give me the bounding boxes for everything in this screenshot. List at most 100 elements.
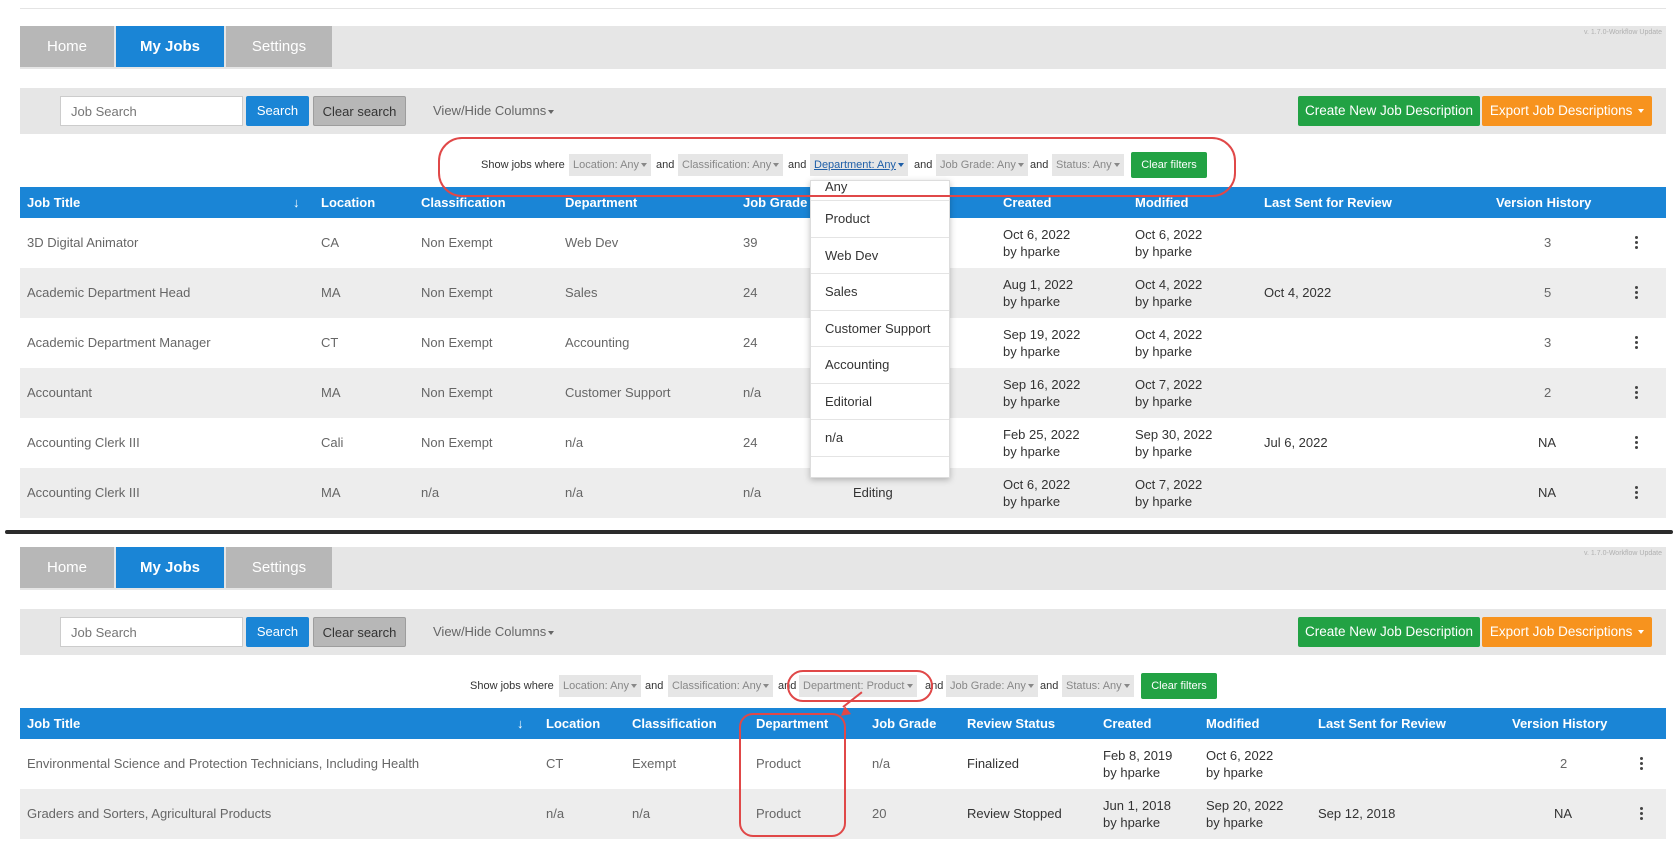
- col-review-status[interactable]: Review Status: [967, 708, 1055, 739]
- dropdown-option-web-dev[interactable]: Web Dev: [811, 238, 949, 274]
- cell-title[interactable]: Academic Department Manager: [27, 318, 211, 368]
- cell-classification: n/a: [632, 806, 651, 821]
- view-hide-columns-label: View/Hide Columns: [433, 103, 547, 118]
- more-vertical-icon[interactable]: [1635, 336, 1639, 351]
- col-version-history[interactable]: Version History: [1512, 708, 1607, 739]
- tab-my-jobs[interactable]: My Jobs: [116, 26, 224, 67]
- col-modified[interactable]: Modified: [1206, 708, 1259, 739]
- cell-grade: 24: [743, 285, 758, 300]
- cell-title[interactable]: Accountant: [27, 368, 92, 418]
- modified-date: Oct 6, 2022: [1206, 748, 1274, 763]
- cell-classification: Non Exempt: [421, 285, 493, 300]
- tab-home[interactable]: Home: [20, 547, 114, 588]
- caret-down-icon: [1027, 684, 1034, 689]
- cell-title[interactable]: Graders and Sorters, Agricultural Produc…: [27, 789, 271, 839]
- cell-title[interactable]: Academic Department Head: [27, 268, 190, 318]
- col-version-history[interactable]: Version History: [1496, 187, 1591, 218]
- nav-bar: Home My Jobs Settings v. 1.7.0-Workflow …: [20, 26, 1666, 69]
- cell-title[interactable]: 3D Digital Animator: [27, 218, 138, 268]
- created-date: Oct 6, 2022: [1003, 477, 1071, 492]
- created-by: by hparke: [1103, 765, 1161, 780]
- search-button[interactable]: Search: [246, 96, 309, 126]
- cell-version: NA: [1554, 806, 1573, 821]
- cell-created: Feb 8, 2019 by hparke: [1103, 747, 1172, 781]
- cell-location: MA: [321, 285, 341, 300]
- dropdown-option-editorial[interactable]: Editorial: [811, 384, 949, 420]
- cell-modified: Oct 6, 2022 by hparke: [1206, 747, 1273, 781]
- classification-filter-label: Classification: Any: [672, 680, 762, 692]
- dropdown-option-accounting[interactable]: Accounting: [811, 347, 949, 384]
- sort-down-arrow-icon[interactable]: ↓: [293, 187, 300, 218]
- col-job-grade[interactable]: Job Grade: [872, 708, 936, 739]
- created-date: Oct 6, 2022: [1003, 227, 1071, 242]
- col-classification[interactable]: Classification: [632, 708, 717, 739]
- and-text: and: [1040, 680, 1059, 692]
- caret-down-icon: [548, 630, 555, 635]
- dropdown-option-na[interactable]: n/a: [811, 420, 949, 457]
- clear-search-button[interactable]: Clear search: [313, 617, 406, 647]
- col-location[interactable]: Location: [546, 708, 600, 739]
- cell-title[interactable]: Accounting Clerk III: [27, 418, 140, 468]
- clear-filters-button[interactable]: Clear filters: [1141, 673, 1217, 699]
- caret-down-icon: [548, 109, 555, 114]
- cell-version[interactable]: 2: [1544, 368, 1551, 418]
- dropdown-option-customer-support[interactable]: Customer Support: [811, 311, 949, 347]
- tab-my-jobs[interactable]: My Jobs: [116, 547, 224, 588]
- caret-down-icon: [1638, 630, 1645, 635]
- cell-modified: Oct 6, 2022 by hparke: [1135, 226, 1202, 260]
- status-filter[interactable]: Status: Any: [1062, 675, 1134, 697]
- col-created[interactable]: Created: [1103, 708, 1151, 739]
- cell-version[interactable]: 5: [1544, 268, 1551, 318]
- more-vertical-icon[interactable]: [1635, 236, 1639, 251]
- modified-date: Oct 7, 2022: [1135, 377, 1203, 392]
- toolbar: Search Clear search View/Hide Columns Cr…: [20, 88, 1666, 134]
- cell-location: CA: [321, 235, 340, 250]
- cell-version[interactable]: 3: [1544, 318, 1551, 368]
- cell-version[interactable]: 3: [1544, 218, 1551, 268]
- more-vertical-icon[interactable]: [1640, 807, 1644, 822]
- col-job-title[interactable]: Job Title: [27, 187, 80, 218]
- export-job-descriptions-button[interactable]: Export Job Descriptions: [1482, 617, 1652, 647]
- create-job-description-button[interactable]: Create New Job Description: [1298, 617, 1480, 647]
- cell-created: Oct 6, 2022 by hparke: [1003, 226, 1070, 260]
- cell-title[interactable]: Environmental Science and Protection Tec…: [27, 739, 419, 789]
- create-job-description-button[interactable]: Create New Job Description: [1298, 96, 1480, 126]
- classification-filter[interactable]: Classification: Any: [668, 675, 774, 697]
- dropdown-option-sales[interactable]: Sales: [811, 274, 949, 311]
- search-button[interactable]: Search: [246, 617, 309, 647]
- cell-department: n/a: [565, 435, 584, 450]
- job-search-input[interactable]: [60, 617, 243, 647]
- location-filter[interactable]: Location: Any: [559, 675, 642, 697]
- cell-title[interactable]: Accounting Clerk III: [27, 468, 140, 518]
- col-location[interactable]: Location: [321, 187, 375, 218]
- more-vertical-icon[interactable]: [1635, 386, 1639, 401]
- view-hide-columns-button[interactable]: View/Hide Columns: [433, 617, 555, 647]
- job-grade-filter[interactable]: Job Grade: Any: [946, 675, 1038, 697]
- panel-top: Home My Jobs Settings v. 1.7.0-Workflow …: [0, 0, 1680, 530]
- tab-settings[interactable]: Settings: [226, 547, 332, 588]
- more-vertical-icon[interactable]: [1635, 436, 1639, 451]
- job-search-input[interactable]: [60, 96, 243, 126]
- more-vertical-icon[interactable]: [1635, 286, 1639, 301]
- version-label: v. 1.7.0-Workflow Update: [1584, 29, 1662, 36]
- tab-home[interactable]: Home: [20, 26, 114, 67]
- toolbar: Search Clear search View/Hide Columns Cr…: [20, 609, 1666, 655]
- view-hide-columns-button[interactable]: View/Hide Columns: [433, 96, 555, 126]
- dropdown-option-product[interactable]: Product: [811, 201, 949, 238]
- cell-department: n/a: [565, 485, 584, 500]
- more-vertical-icon[interactable]: [1635, 486, 1639, 501]
- cell-grade: n/a: [872, 756, 891, 771]
- col-job-title[interactable]: Job Title: [27, 708, 80, 739]
- cell-department: Sales: [565, 285, 598, 300]
- export-job-descriptions-button[interactable]: Export Job Descriptions: [1482, 96, 1652, 126]
- col-last-sent[interactable]: Last Sent for Review: [1264, 187, 1392, 218]
- cell-last-sent: Jul 6, 2022: [1264, 435, 1328, 450]
- col-last-sent[interactable]: Last Sent for Review: [1318, 708, 1446, 739]
- sort-down-arrow-icon[interactable]: ↓: [517, 708, 524, 739]
- clear-search-button[interactable]: Clear search: [313, 96, 406, 126]
- cell-grade: 39: [743, 235, 758, 250]
- tab-settings[interactable]: Settings: [226, 26, 332, 67]
- more-vertical-icon[interactable]: [1640, 757, 1644, 772]
- modified-date: Oct 7, 2022: [1135, 477, 1203, 492]
- cell-version[interactable]: 2: [1560, 739, 1567, 789]
